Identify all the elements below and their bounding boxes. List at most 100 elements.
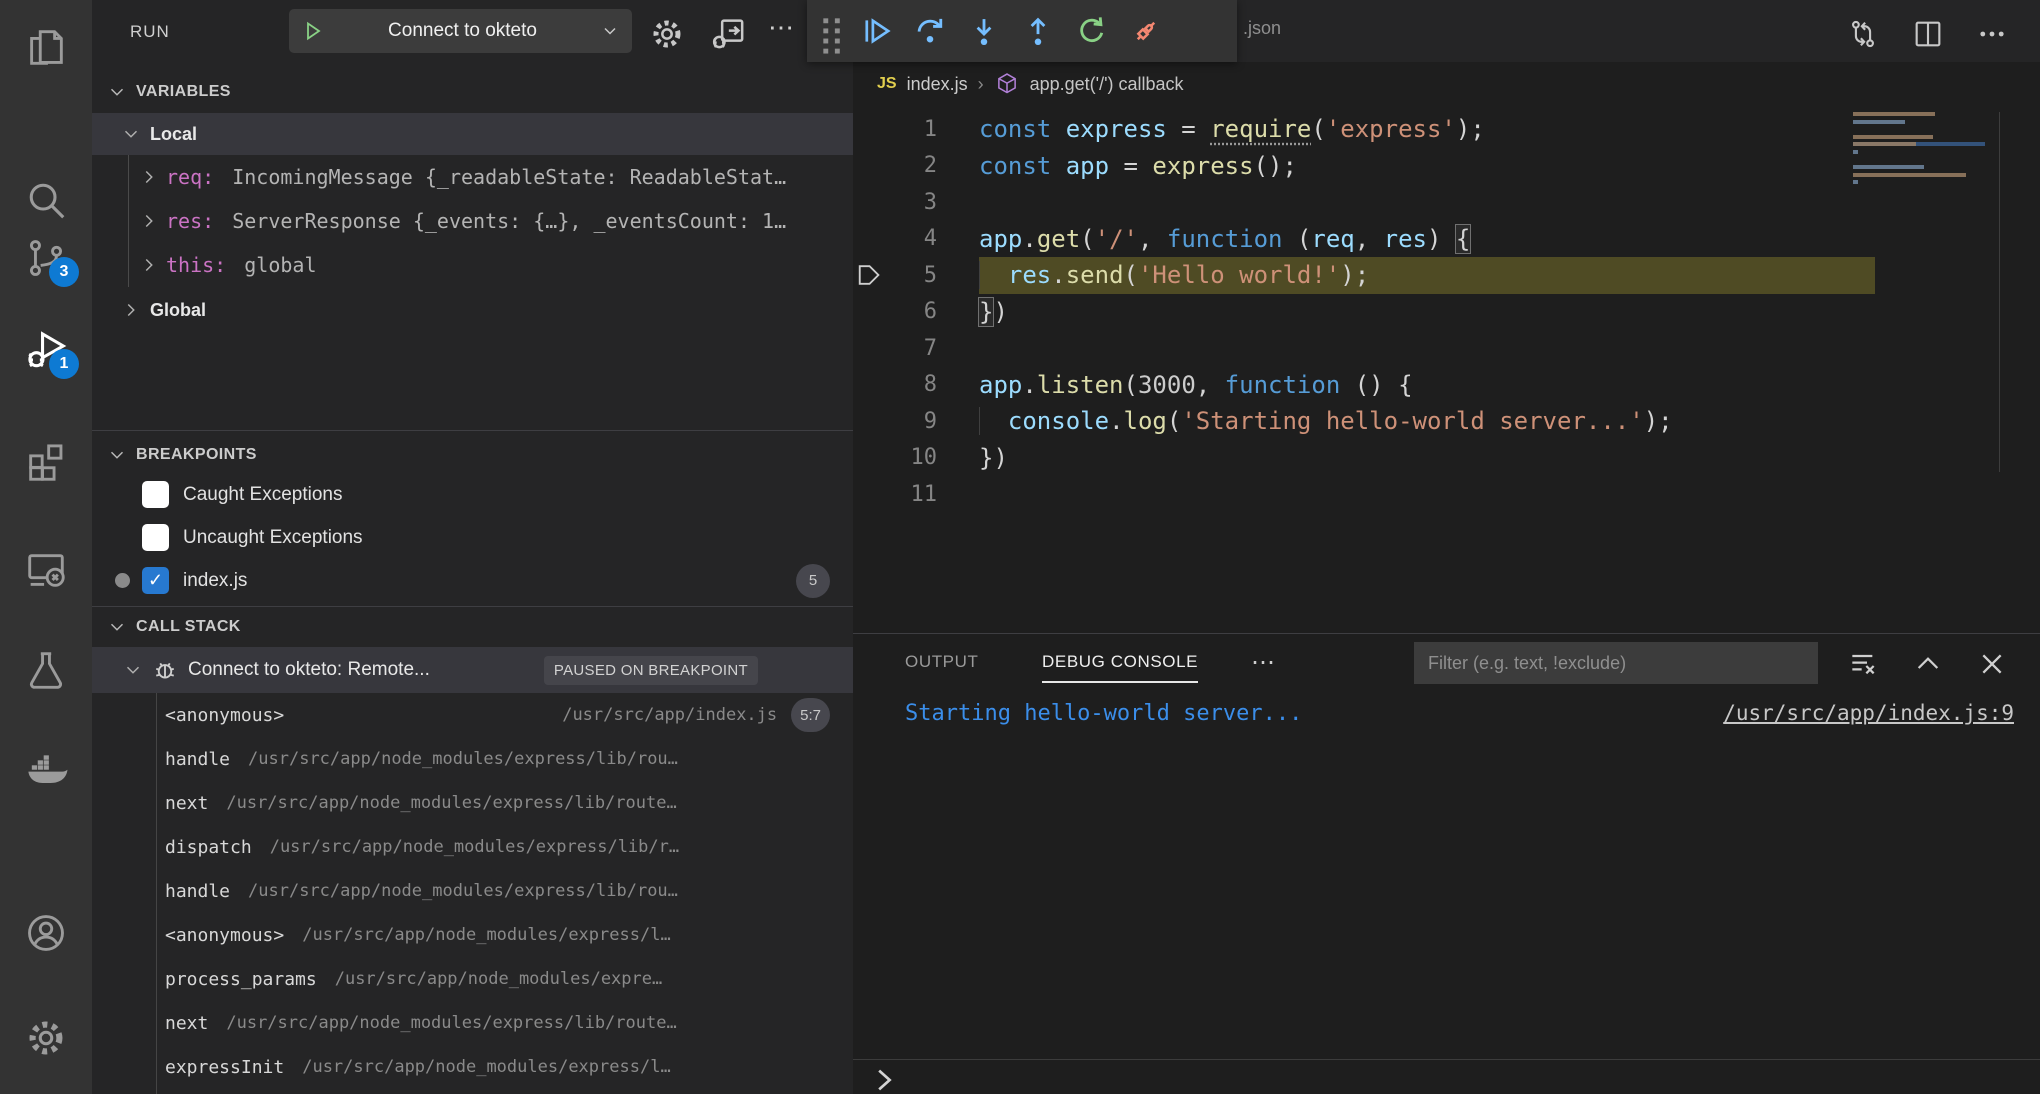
variables-rows: req: IncomingMessage {_readableState: Re… — [92, 155, 853, 287]
frame-name: handle — [165, 881, 230, 902]
continue-icon[interactable] — [853, 8, 899, 54]
code-line[interactable]: 4 app.get('/', function (req, res) { — [853, 221, 2040, 258]
frame-path: /usr/src/app/node_modules/expre… — [335, 969, 663, 989]
breakpoint-label: index.js — [183, 570, 247, 592]
console-source-link[interactable]: /usr/src/app/index.js:9 — [1723, 701, 2014, 725]
accounts-icon[interactable] — [23, 910, 69, 956]
editor-tab[interactable]: .json — [1243, 18, 1281, 39]
stack-frame-row[interactable]: handle /usr/src/app/node_modules/express… — [92, 737, 853, 781]
breakpoint-label: Caught Exceptions — [183, 484, 343, 506]
frame-name: next — [165, 793, 208, 814]
debug-session-row[interactable]: Connect to okteto: Remote... PAUSED ON B… — [92, 647, 853, 693]
start-debug-icon[interactable] — [301, 19, 325, 43]
scope-global-row[interactable]: Global — [92, 288, 853, 332]
step-into-icon[interactable] — [961, 8, 1007, 54]
variable-row[interactable]: this: global — [92, 243, 853, 287]
launch-config-dropdown[interactable]: Connect to okteto — [289, 9, 632, 53]
chevron-right-icon — [138, 254, 160, 276]
code-line[interactable]: 3 — [853, 184, 2040, 221]
variable-name: res: — [166, 209, 226, 233]
breakpoint-dot-icon — [115, 573, 130, 588]
breadcrumb-file[interactable]: index.js — [907, 74, 968, 95]
variable-row[interactable]: res: ServerResponse {_events: {…}, _even… — [92, 199, 853, 243]
stack-frame-row[interactable]: dispatch /usr/src/app/node_modules/expre… — [92, 825, 853, 869]
code-line[interactable]: 5 res.send('Hello world!'); — [853, 257, 2040, 294]
line-number: 9 — [887, 409, 937, 434]
step-out-icon[interactable] — [1015, 8, 1061, 54]
code-line[interactable]: 11 — [853, 476, 2040, 513]
stack-frame-row[interactable]: next /usr/src/app/node_modules/express/l… — [92, 1001, 853, 1045]
stack-frame-row[interactable]: handle /usr/src/app/node_modules/express… — [92, 869, 853, 913]
variable-value: global — [244, 253, 316, 277]
stack-frame-row[interactable]: <anonymous> /usr/src/app/node_modules/ex… — [92, 913, 853, 957]
code-line[interactable]: 8 app.listen(3000, function () { — [853, 367, 2040, 404]
frame-path: /usr/src/app/node_modules/express/lib/ro… — [226, 793, 676, 813]
call-stack-section-header[interactable]: CALL STACK — [92, 609, 853, 645]
code-line[interactable]: 9 console.log('Starting hello-world serv… — [853, 403, 2040, 440]
testing-icon[interactable] — [23, 647, 69, 693]
search-icon[interactable] — [23, 177, 69, 223]
breakpoint-row[interactable]: Caught Exceptions — [92, 473, 853, 516]
close-panel-icon[interactable] — [1972, 644, 2012, 684]
clear-console-icon[interactable] — [1843, 644, 1883, 684]
console-prompt-icon[interactable] — [871, 1066, 899, 1094]
split-editor-icon[interactable] — [1908, 14, 1948, 54]
tab-debug-console[interactable]: DEBUG CONSOLE — [1042, 634, 1198, 690]
debug-console-icon[interactable] — [706, 12, 750, 56]
frame-path: /usr/src/app/node_modules/express/lib/ro… — [226, 1013, 676, 1033]
breakpoint-checkbox[interactable] — [142, 524, 169, 551]
chevron-down-icon — [600, 21, 620, 41]
debug-settings-gear-icon[interactable] — [645, 12, 689, 56]
frame-name: handle — [165, 749, 230, 770]
open-changes-icon[interactable] — [1843, 14, 1883, 54]
stack-frame-row[interactable]: next /usr/src/app/node_modules/express/l… — [92, 781, 853, 825]
toolbar-drag-handle[interactable] — [819, 14, 845, 48]
extensions-icon[interactable] — [23, 439, 69, 485]
breakpoint-row[interactable]: Uncaught Exceptions — [92, 516, 853, 559]
tab-output[interactable]: OUTPUT — [905, 634, 978, 690]
stack-frame-row[interactable]: <anonymous> /usr/src/app/index.js 5:7 — [92, 693, 853, 737]
settings-icon[interactable] — [23, 1015, 69, 1061]
code-line[interactable]: 2 const app = express(); — [853, 148, 2040, 185]
source-control-icon[interactable]: 3 — [23, 235, 69, 281]
restart-icon[interactable] — [1069, 8, 1115, 54]
remote-explorer-icon[interactable] — [23, 547, 69, 593]
line-number: 6 — [887, 299, 937, 324]
explorer-icon[interactable] — [23, 25, 69, 71]
line-number: 11 — [887, 482, 937, 507]
line-number: 5 — [887, 263, 937, 288]
glyph-margin — [853, 225, 887, 253]
debug-toolbar — [807, 0, 1237, 62]
breadcrumb-symbol[interactable]: app.get('/') callback — [1030, 74, 1184, 95]
variables-section-header[interactable]: VARIABLES — [92, 74, 853, 110]
line-number: 4 — [887, 226, 937, 251]
breakpoint-row[interactable]: ✓ index.js 5 — [92, 559, 853, 602]
panel-more-actions-icon[interactable]: ⋯ — [1251, 648, 1277, 677]
editor-more-actions-icon[interactable] — [1972, 14, 2012, 54]
scope-local-row[interactable]: Local — [92, 113, 853, 155]
run-and-debug-icon[interactable]: 1 — [23, 327, 69, 373]
activity-bar: 3 1 — [0, 0, 92, 1094]
code-line[interactable]: 10 }) — [853, 440, 2040, 477]
frame-name: dispatch — [165, 837, 252, 858]
stack-frame-row[interactable]: process_params /usr/src/app/node_modules… — [92, 957, 853, 1001]
code-line[interactable]: 1 const express = require('express'); — [853, 111, 2040, 148]
stack-frame-row[interactable]: expressInit /usr/src/app/node_modules/ex… — [92, 1045, 853, 1089]
code-area[interactable]: 1 const express = require('express'); 2 … — [853, 111, 2040, 513]
step-over-icon[interactable] — [907, 8, 953, 54]
console-output-row: Starting hello-world server... /usr/src/… — [905, 696, 2014, 730]
docker-icon[interactable] — [23, 745, 69, 791]
line-number: 2 — [887, 153, 937, 178]
sidebar-more-actions-icon[interactable]: ⋯ — [768, 12, 796, 43]
chevron-down-icon — [120, 123, 142, 145]
breakpoint-checkbox[interactable] — [142, 481, 169, 508]
console-filter-input[interactable] — [1414, 642, 1818, 684]
maximize-panel-icon[interactable] — [1908, 644, 1948, 684]
glyph-margin — [853, 188, 887, 216]
disconnect-icon[interactable] — [1123, 8, 1169, 54]
breakpoints-section-header[interactable]: BREAKPOINTS — [92, 437, 853, 473]
code-line[interactable]: 7 — [853, 330, 2040, 367]
code-line[interactable]: 6 }) — [853, 294, 2040, 331]
breakpoint-checkbox[interactable]: ✓ — [142, 567, 169, 594]
variable-row[interactable]: req: IncomingMessage {_readableState: Re… — [92, 155, 853, 199]
